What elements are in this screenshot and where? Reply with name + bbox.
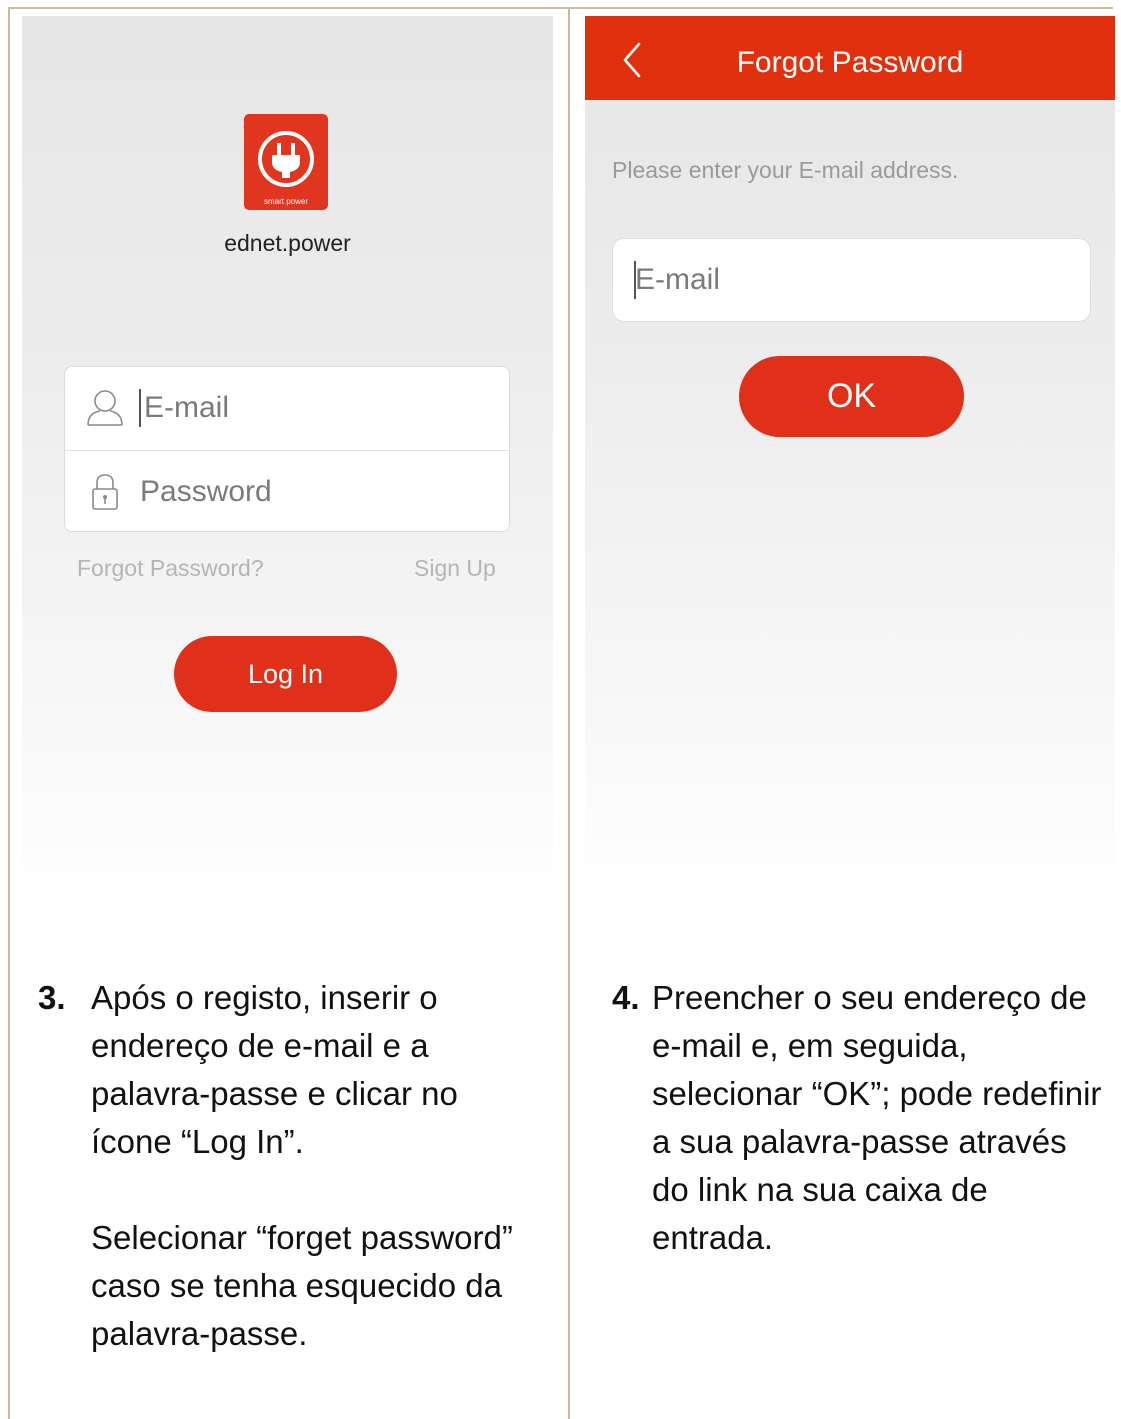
app-logo: smart power xyxy=(244,114,328,210)
app-name: ednet.power xyxy=(224,230,351,256)
login-screen: smart power ednet.power E-mail Password … xyxy=(22,16,553,916)
password-placeholder: Password xyxy=(140,475,272,508)
log-in-button[interactable]: Log In xyxy=(174,636,397,712)
email-field[interactable]: E-mail xyxy=(65,367,509,449)
user-icon xyxy=(87,390,123,426)
page-title: Forgot Password xyxy=(736,46,964,79)
step-number: 3. xyxy=(38,979,66,1016)
logo-caption: smart power xyxy=(263,197,308,206)
step-text: Preencher o seu endereço de e-mail e, em… xyxy=(652,979,1102,1256)
table-top-border xyxy=(8,7,1113,9)
step-number: 4. xyxy=(612,979,640,1016)
plug-icon xyxy=(258,131,314,187)
password-field[interactable]: Password xyxy=(65,451,509,533)
instruction-text: Please enter your E-mail address. xyxy=(612,157,959,183)
ok-button[interactable]: OK xyxy=(739,356,964,437)
forgot-password-screen: Forgot Password Please enter your E-mail… xyxy=(585,16,1115,906)
email-input[interactable]: E-mail xyxy=(612,238,1091,322)
email-placeholder: E-mail xyxy=(144,391,230,424)
table-column-divider xyxy=(568,7,570,1419)
step-text: Após o registo, inserir o endereço de e-… xyxy=(91,979,458,1160)
login-form: E-mail Password xyxy=(64,366,510,532)
lock-icon xyxy=(92,474,118,510)
email-placeholder: E-mail xyxy=(635,263,721,296)
sign-up-link[interactable]: Sign Up xyxy=(414,555,496,582)
forgot-password-link[interactable]: Forgot Password? xyxy=(77,555,264,582)
text-cursor xyxy=(139,389,141,427)
nav-bar: Forgot Password xyxy=(585,16,1115,100)
step-note: Selecionar “forget password” caso se ten… xyxy=(91,1219,513,1352)
table-left-border xyxy=(8,7,10,1419)
